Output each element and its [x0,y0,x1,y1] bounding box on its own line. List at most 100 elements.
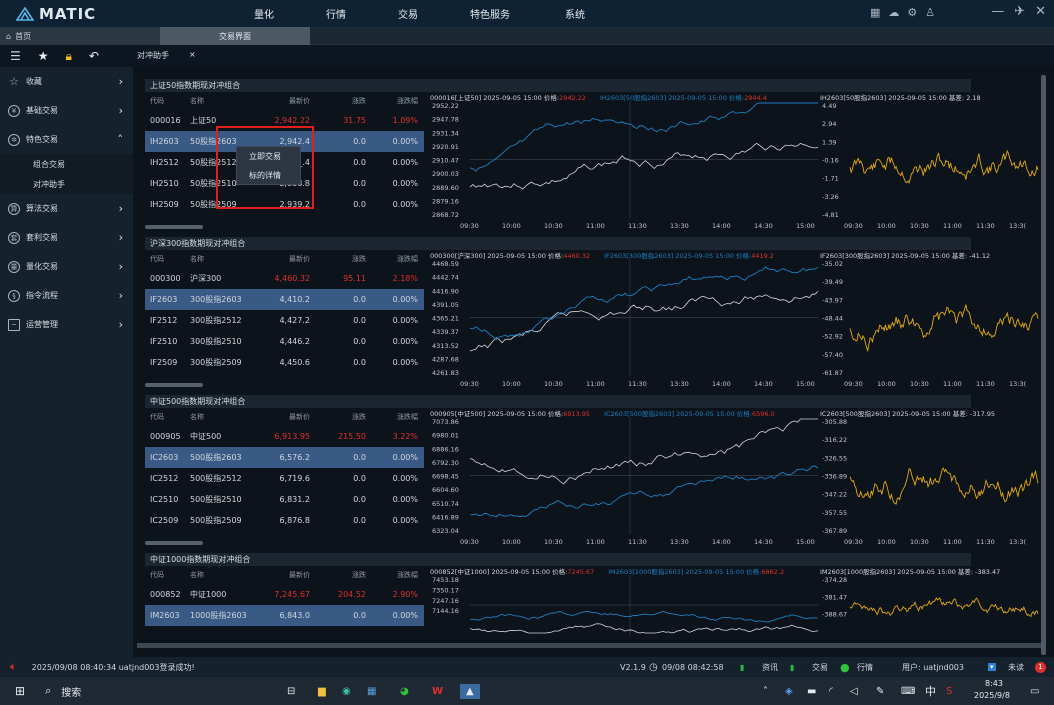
table-row[interactable]: IC2510 500股指2510 6,831.2 0.0 0.00% [145,489,424,510]
sidebar-item-algo-trade[interactable]: 算算法交易 › [0,194,133,223]
table-cell-code: 000016 [150,116,181,125]
table-cell-change: 215.50 [338,432,366,441]
horizontal-scrollbar[interactable] [137,643,1041,648]
vertical-scrollbar[interactable] [1041,75,1046,655]
sidebar-item-order-flow[interactable]: § 指令流程 › [0,281,133,310]
table-cell-code: IF2509 [150,358,178,367]
basis-chart-svg: -374.28 -381.47 -388.67 [822,576,1039,619]
ime-indicator[interactable]: 中 [925,683,936,699]
table-cell-pct: 0.00% [392,337,418,346]
column-header: 涨跌幅 [397,571,418,579]
matic-taskbar-icon[interactable]: ▲ [460,683,480,699]
tab-home[interactable]: ⌂ 首页 [0,27,160,45]
trade-label[interactable]: 交易 [812,662,828,673]
section-title: 沪深300指数期现对冲组合 [145,237,971,250]
table-row[interactable]: IC2603 500股指2603 6,576.2 0.0 0.00% [145,447,424,468]
mail-icon[interactable]: ▾ [988,663,996,671]
edge-icon[interactable]: ◉ [342,686,351,697]
notification-icon[interactable]: ▭ [1030,686,1039,697]
menu-special[interactable]: 特色服务 [470,6,510,21]
series-b-line [469,610,819,623]
file-explorer-icon[interactable]: ▆ [318,686,326,697]
chevron-right-icon: › [118,104,123,117]
close-icon[interactable]: ✕ [1035,4,1046,19]
table-cell-name: 500股指2603 [190,453,242,462]
table-scrollbar[interactable] [145,383,203,387]
news-label[interactable]: 资讯 [762,662,778,673]
menu-trade[interactable]: 交易 [398,6,418,21]
settings-icon[interactable]: ⚙ [907,6,917,19]
search-icon[interactable]: ⌕ [45,684,51,698]
y-tick-label: 4339.37 [432,328,459,336]
menu-quant[interactable]: 量化 [254,6,274,21]
tab-active-label: 交易界面 [219,31,251,41]
table-row[interactable]: IF2509 300股指2509 4,450.6 0.0 0.00% [145,352,424,373]
sidebar-item-ops-management[interactable]: ~ 运营管理 › [0,310,133,339]
table-header: 代码 名称 最新价 涨跌 涨跌幅 [145,92,424,110]
table-row[interactable]: 000300 沪深300 4,460.32 95.11 2.18% [145,268,424,289]
table-cell-name: 500股指2509 [190,516,242,525]
table-row[interactable]: IF2510 300股指2510 4,446.2 0.0 0.00% [145,331,424,352]
column-header: 代码 [150,413,164,421]
table-row[interactable]: IC2512 500股指2512 6,719.6 0.0 0.00% [145,468,424,489]
table-row[interactable]: IF2603 300股指2603 4,410.2 0.0 0.00% [145,289,424,310]
table-cell-price: 6,876.8 [279,516,310,525]
table-cell-name: 1000股指2603 [190,611,247,620]
subtab-hedge-assistant[interactable]: 对冲助手 [137,50,169,61]
undo-icon[interactable]: ↶ [89,49,99,64]
table-cell-pct: 0.00% [392,474,418,483]
sidebar-item-basic-trade[interactable]: ¥ 基础交易 › [0,96,133,125]
table-cell-change: 0.0 [353,179,366,188]
table-cell-pct: 0.00% [392,611,418,620]
series-a-line [469,142,819,190]
wechat-icon[interactable]: ◕ [400,686,409,697]
unread-label[interactable]: 未读 [1008,662,1024,673]
sidebar-item-arbitrage[interactable]: 套套利交易 › [0,223,133,252]
sidebar-subitem-combo-trade[interactable]: 组合交易 [0,154,133,174]
sidebar-item-special-trade[interactable]: ✲ 特色交易 ˄ [0,125,133,154]
subtab-close-icon[interactable]: × [189,50,196,61]
table-row[interactable]: IM2603 1000股指2603 6,843.0 0.0 0.00% [145,605,424,626]
calculator-icon[interactable]: ▦ [367,686,376,697]
sidebar-item-quant-trade[interactable]: 量量化交易 › [0,252,133,281]
lock-icon[interactable]: 🔒︎ [66,49,72,64]
table-cell-change: 0.0 [353,453,366,462]
shirt-icon[interactable]: ♙ [925,6,935,19]
sidebar-subitem-hedge-assistant[interactable]: 对冲助手 [0,174,133,194]
wps-icon[interactable]: W [432,686,443,697]
taskbar-search[interactable]: 搜索 [61,684,81,699]
favorite-star-icon[interactable]: ★ [38,49,49,64]
table-row[interactable]: IC2509 500股指2509 6,876.8 0.0 0.00% [145,510,424,531]
sidebar-item-favorites[interactable]: ☆ 收藏 › [0,67,133,96]
price-chart-svg: 7073.86 6980.01 6886.16 6792.30 6698.45 6604.… [432,417,819,546]
speaker-icon[interactable]: 🔈︎ [10,660,17,674]
cloud-icon[interactable]: ☁ [888,6,899,19]
y-tick-label: -347.22 [822,491,847,499]
table-cell-pct: 0.00% [392,200,418,209]
minimize-icon[interactable]: — [991,4,1004,19]
y-tick-label: 4.49 [822,102,836,110]
grid-icon[interactable]: ▦ [870,6,880,19]
pen-icon: ✎ [876,685,885,697]
table-cell-price: 6,913.95 [274,432,310,441]
x-tick-label: 09:30 [460,538,479,546]
table-cell-name: 300股指2510 [190,337,242,346]
quote-label[interactable]: 行情 [857,662,873,673]
table-row[interactable]: IF2512 300股指2512 4,427.2 0.0 0.00% [145,310,424,331]
tool-row: ☰ ★ 🔒︎ ↶ 对冲助手 × [0,45,1054,67]
series-a-line [469,418,818,485]
chevron-up-icon: ˄ [117,133,124,146]
table-cell-price: 2,942.22 [274,116,310,125]
menu-system[interactable]: 系统 [565,6,585,21]
menu-quotes[interactable]: 行情 [326,6,346,21]
table-scrollbar[interactable] [145,225,203,229]
taskview-icon[interactable]: ⊟ [287,686,295,697]
tray-chevron-icon[interactable]: ˄ [763,686,768,697]
tab-trade-interface[interactable]: 交易界面 [160,27,310,45]
table-row[interactable]: 000905 中证500 6,913.95 215.50 3.22% [145,426,424,447]
menu-toggle-icon[interactable]: ☰ [10,49,21,64]
table-scrollbar[interactable] [145,541,203,545]
windows-start-icon[interactable]: ⊞ [15,684,25,698]
table-row[interactable]: 000852 中证1000 7,245.67 204.52 2.90% [145,584,424,605]
pin-icon[interactable]: ✈ [1014,4,1025,19]
